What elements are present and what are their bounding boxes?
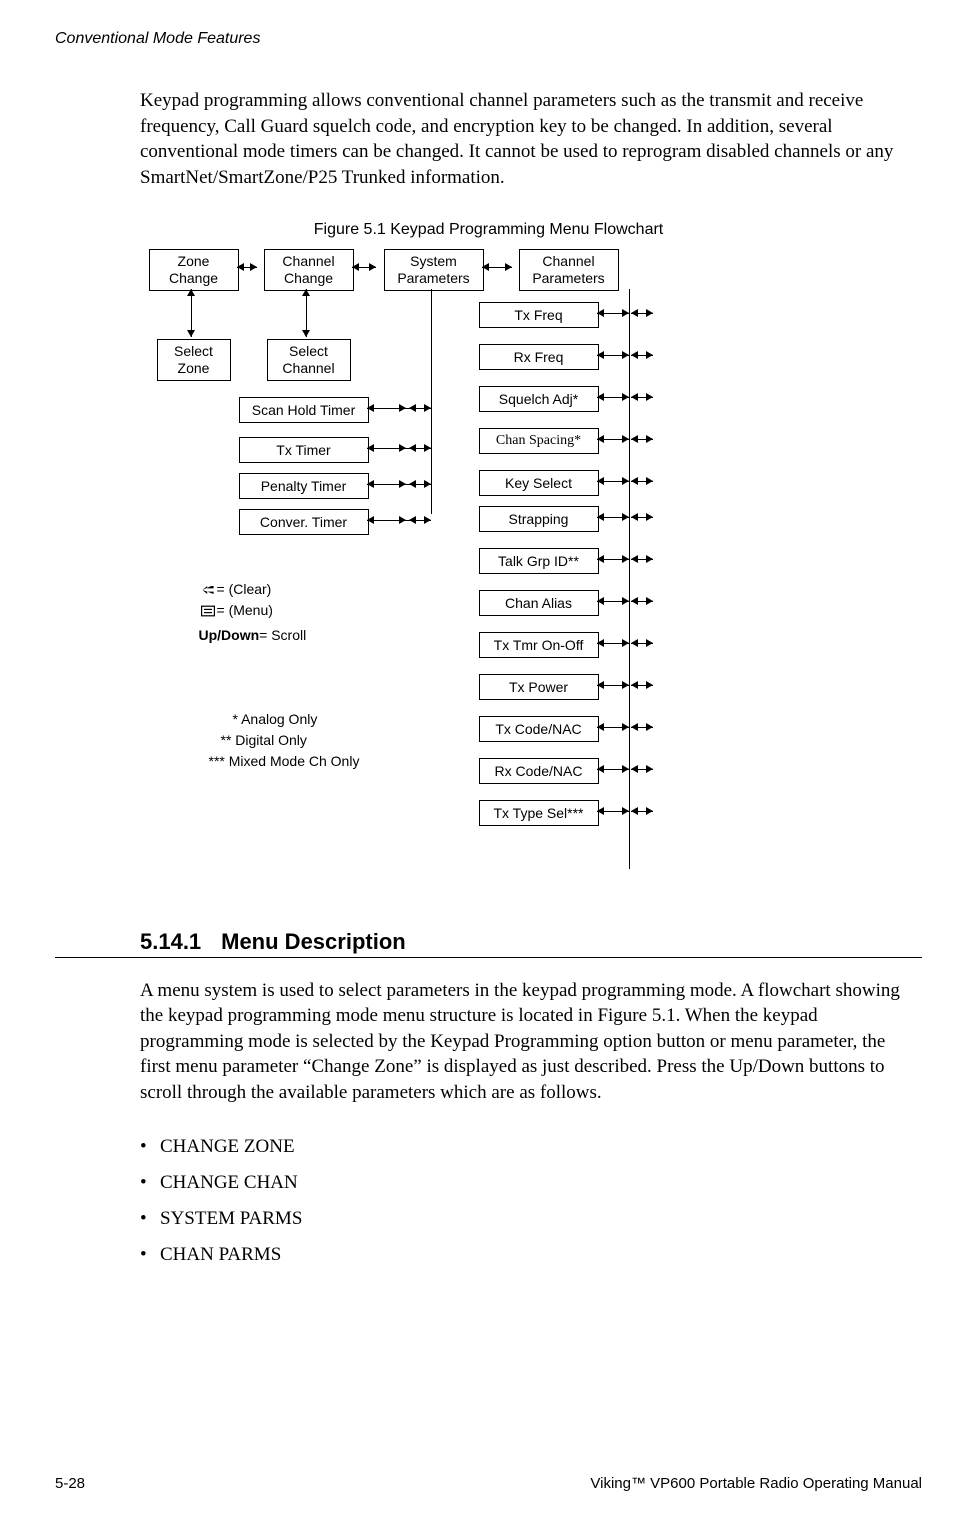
legend-menu: = (Menu) xyxy=(217,600,273,621)
back-arrow-icon xyxy=(199,579,217,600)
box-penalty-timer: Penalty Timer xyxy=(239,473,369,499)
box-tx-type-sel: Tx Type Sel*** xyxy=(479,800,599,826)
intro-paragraph: Keypad programming allows conventional c… xyxy=(140,88,912,191)
section-heading: 5.14.1 Menu Description xyxy=(140,929,922,955)
note-digital: ** Digital Only xyxy=(189,730,389,751)
parameter-list: •CHANGE ZONE •CHANGE CHAN •SYSTEM PARMS … xyxy=(140,1136,922,1266)
legend-notes: * Analog Only ** Digital Only *** Mixed … xyxy=(189,709,389,772)
box-rx-code-nac: Rx Code/NAC xyxy=(479,758,599,784)
box-tx-timer: Tx Timer xyxy=(239,437,369,463)
section-title: Menu Description xyxy=(221,929,406,954)
legend-updown-label: Up/Down xyxy=(199,625,260,646)
box-conver-timer: Conver. Timer xyxy=(239,509,369,535)
figure-caption: Figure 5.1 Keypad Programming Menu Flowc… xyxy=(55,221,922,239)
box-tx-freq: Tx Freq xyxy=(479,302,599,328)
legend-clear: = (Clear) xyxy=(217,579,272,600)
legend: = (Clear) = (Menu) Up/Down = Scroll xyxy=(199,579,307,646)
box-tx-tmr-onoff: Tx Tmr On-Off xyxy=(479,632,599,658)
list-item: •CHANGE ZONE xyxy=(140,1136,922,1158)
note-mixed: *** Mixed Mode Ch Only xyxy=(189,751,389,772)
box-select-channel: SelectChannel xyxy=(267,339,351,381)
section-body: A menu system is used to select paramete… xyxy=(140,978,912,1106)
box-zone-change: ZoneChange xyxy=(149,249,239,291)
box-scan-hold-timer: Scan Hold Timer xyxy=(239,397,369,423)
menu-icon xyxy=(199,600,217,621)
box-squelch-adj: Squelch Adj* xyxy=(479,386,599,412)
box-strapping: Strapping xyxy=(479,506,599,532)
list-item: •CHAN PARMS xyxy=(140,1244,922,1266)
box-tx-code-nac: Tx Code/NAC xyxy=(479,716,599,742)
manual-title: Viking™ VP600 Portable Radio Operating M… xyxy=(590,1475,922,1492)
box-chan-alias: Chan Alias xyxy=(479,590,599,616)
flowchart: ZoneChange ChannelChange SystemParameter… xyxy=(139,249,839,889)
box-chan-spacing: Chan Spacing* xyxy=(479,428,599,454)
list-item: •CHANGE CHAN xyxy=(140,1172,922,1194)
section-number: 5.14.1 xyxy=(140,929,215,955)
section-rule xyxy=(55,957,922,958)
box-system-parameters: SystemParameters xyxy=(384,249,484,291)
list-item: •SYSTEM PARMS xyxy=(140,1208,922,1230)
box-tx-power: Tx Power xyxy=(479,674,599,700)
box-talk-grp-id: Talk Grp ID** xyxy=(479,548,599,574)
box-select-zone: SelectZone xyxy=(157,339,231,381)
page-header: Conventional Mode Features xyxy=(55,30,922,48)
page-number: 5-28 xyxy=(55,1475,85,1492)
box-key-select: Key Select xyxy=(479,470,599,496)
box-rx-freq: Rx Freq xyxy=(479,344,599,370)
legend-updown-text: = Scroll xyxy=(259,625,306,646)
box-channel-parameters: ChannelParameters xyxy=(519,249,619,291)
box-channel-change: ChannelChange xyxy=(264,249,354,291)
note-analog: * Analog Only xyxy=(189,709,389,730)
page-footer: 5-28 Viking™ VP600 Portable Radio Operat… xyxy=(55,1475,922,1492)
